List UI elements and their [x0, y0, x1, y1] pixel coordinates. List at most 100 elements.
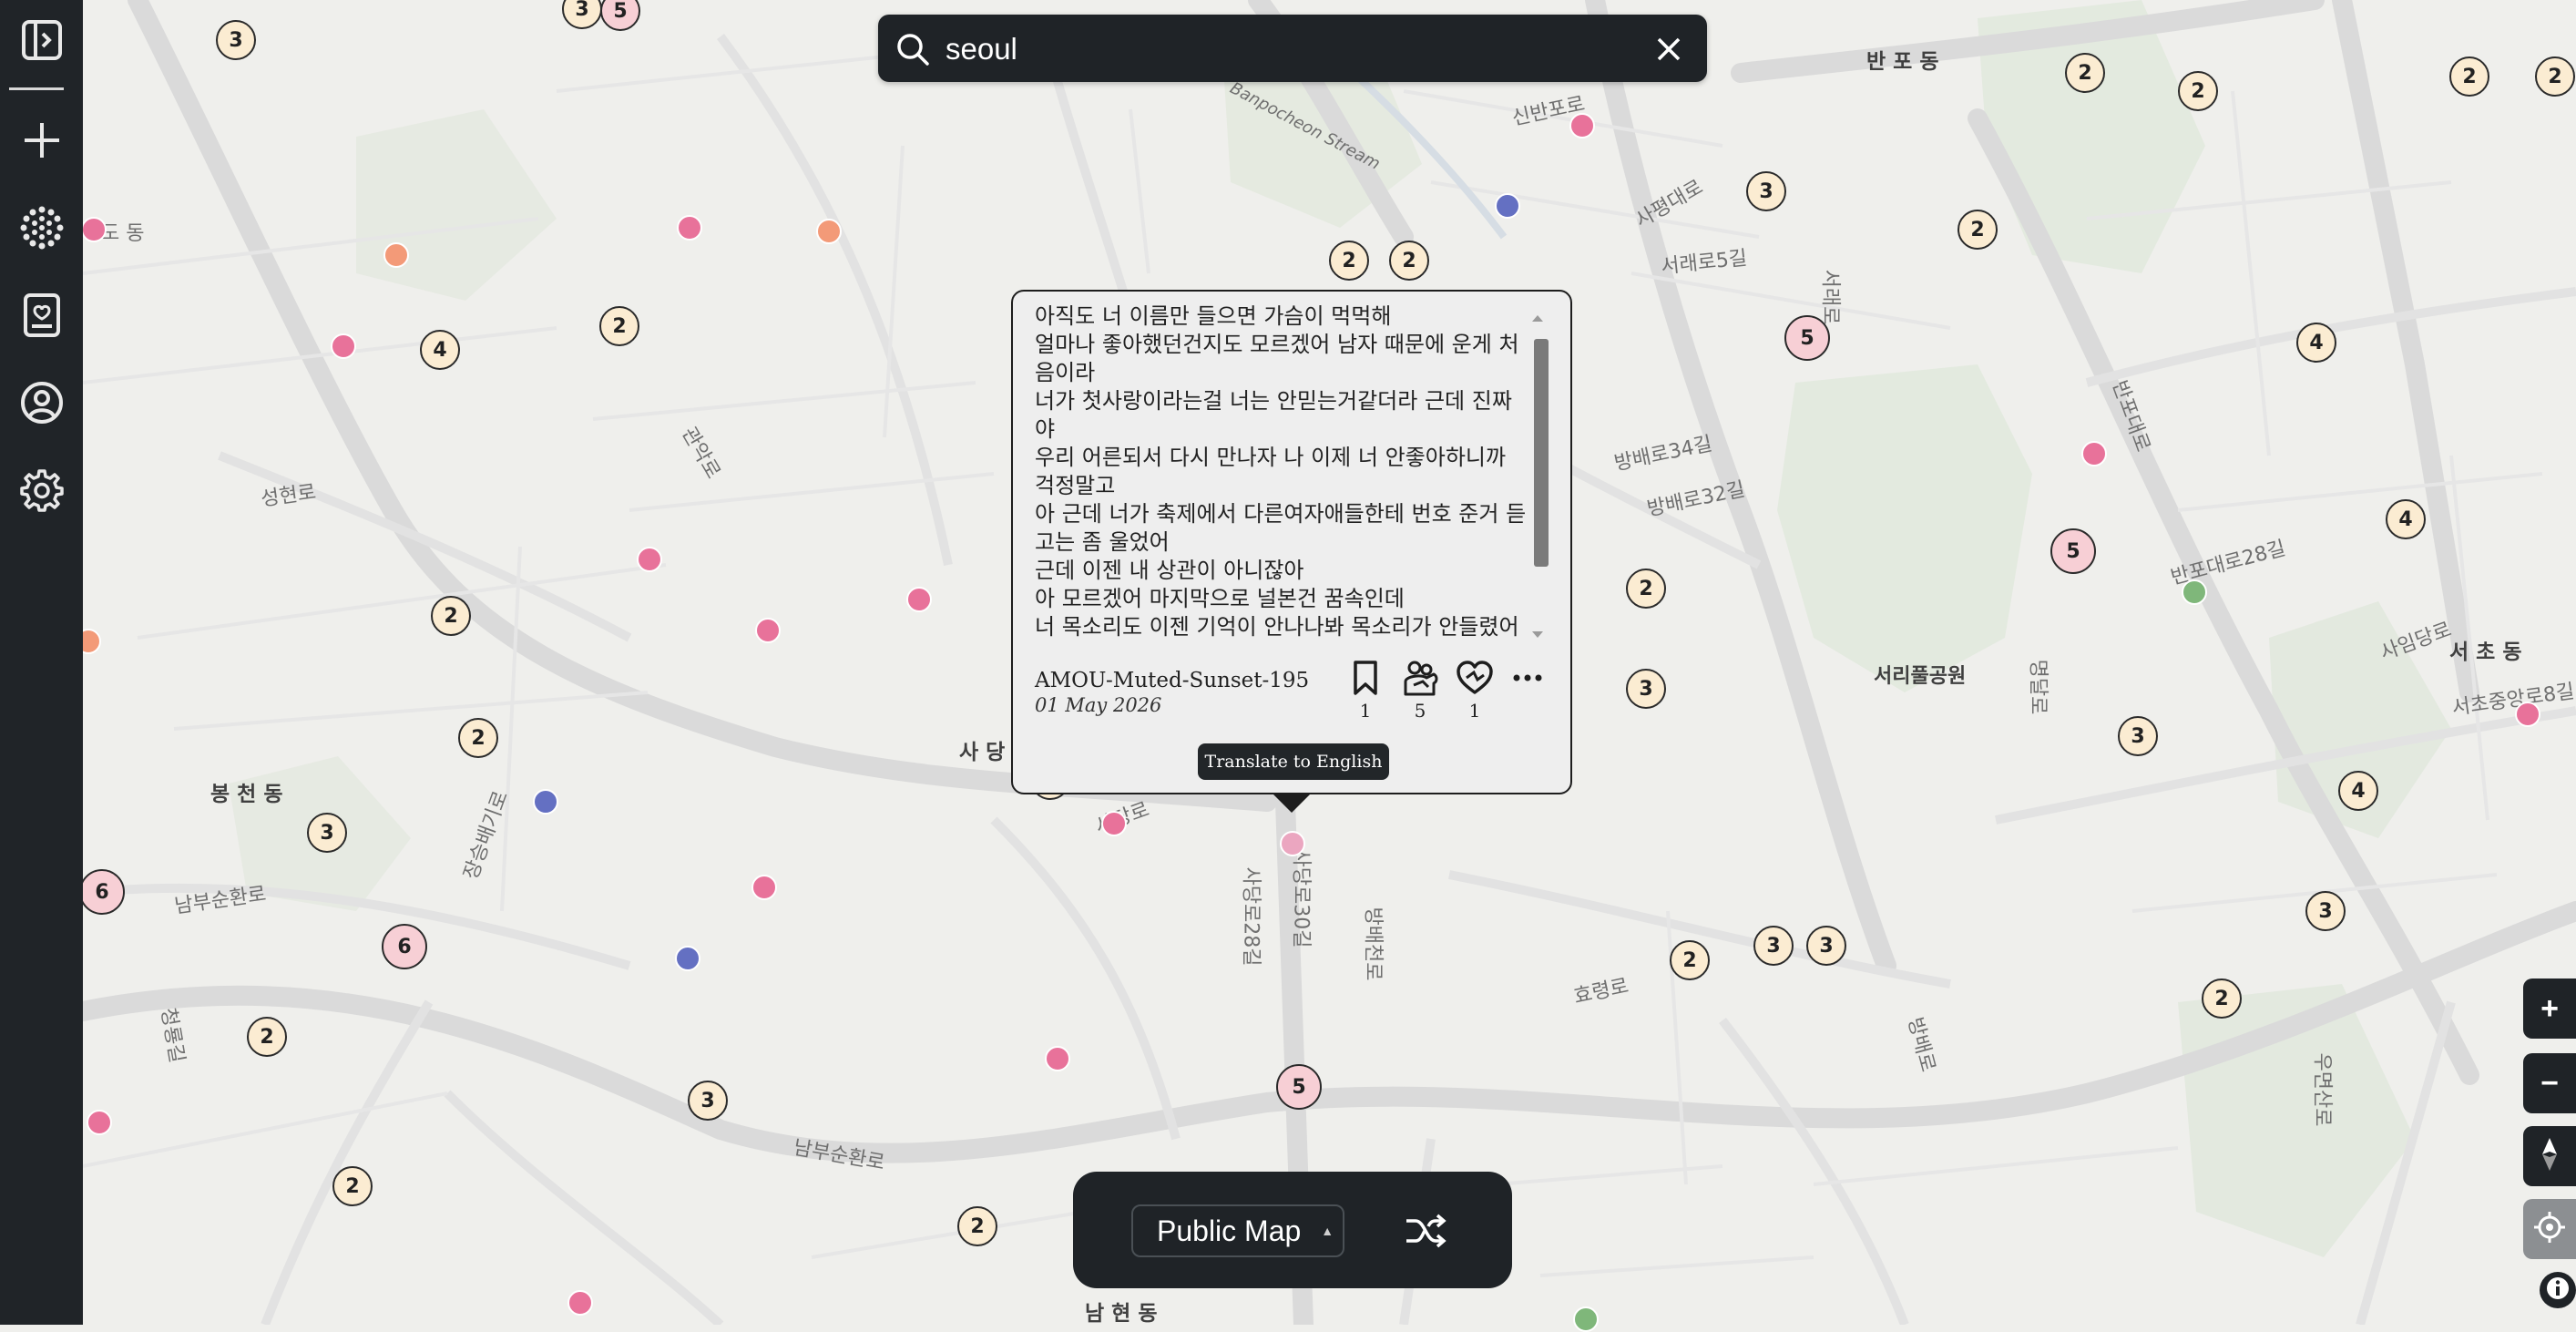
- hug-button[interactable]: 5: [1397, 660, 1443, 723]
- post-pin[interactable]: [1045, 1046, 1070, 1071]
- post-cluster[interactable]: 2: [2178, 71, 2218, 111]
- post-pin[interactable]: [533, 789, 558, 815]
- post-cluster[interactable]: 3: [1753, 926, 1794, 966]
- map-type-select[interactable]: Public Map ▲: [1131, 1204, 1344, 1257]
- translate-button[interactable]: Translate to English: [1198, 743, 1389, 780]
- post-cluster[interactable]: 2: [2202, 979, 2242, 1019]
- compass-button[interactable]: [2523, 1126, 2576, 1186]
- more-dots-icon: [1511, 674, 1544, 700]
- post-pin[interactable]: [383, 242, 409, 268]
- post-cluster[interactable]: 4: [2296, 323, 2336, 363]
- journal-icon: [21, 292, 63, 343]
- post-cluster[interactable]: 6: [79, 869, 125, 915]
- map-label: 서래로: [1818, 269, 1842, 325]
- post-pin[interactable]: [567, 1290, 593, 1316]
- map-label: 우면산로: [2310, 1052, 2334, 1127]
- post-cluster[interactable]: 2: [1958, 210, 1998, 250]
- post-cluster[interactable]: 2: [2065, 53, 2105, 93]
- post-cluster[interactable]: 3: [1746, 171, 1786, 211]
- post-cluster[interactable]: 2: [247, 1017, 287, 1057]
- post-pin[interactable]: [637, 547, 662, 572]
- new-post-button[interactable]: [0, 106, 83, 179]
- post-cluster[interactable]: 3: [307, 813, 347, 853]
- post-pin[interactable]: [906, 587, 932, 612]
- post-cluster[interactable]: 3: [2305, 891, 2346, 931]
- map-label: 사당로28길: [1239, 866, 1262, 967]
- zoom-out-button[interactable]: −: [2523, 1053, 2576, 1113]
- post-cluster[interactable]: 2: [431, 596, 471, 636]
- post-cluster[interactable]: 2: [332, 1166, 373, 1206]
- post-body-text[interactable]: 아직도 너 이름만 들으면 가슴이 먹먹해 얼마나 좋아했던건지도 모르겠어 남…: [1035, 302, 1527, 649]
- search-bar: [878, 15, 1707, 82]
- locate-me-button[interactable]: [2523, 1199, 2576, 1259]
- post-pin[interactable]: [677, 215, 702, 241]
- profile-button[interactable]: [0, 368, 83, 441]
- map-label: 서 초 동: [2449, 640, 2522, 664]
- popup-scrollbar[interactable]: [1534, 339, 1549, 567]
- post-pin[interactable]: [87, 1110, 112, 1135]
- heart-count: 1: [1468, 700, 1481, 722]
- post-pin[interactable]: [755, 618, 781, 643]
- post-pin[interactable]: [1280, 831, 1305, 856]
- post-cluster[interactable]: 2: [2449, 56, 2489, 97]
- post-cluster[interactable]: 5: [2050, 528, 2096, 574]
- post-pin[interactable]: [1495, 193, 1520, 219]
- post-cluster[interactable]: 5: [1784, 315, 1830, 361]
- map-type-label: Public Map: [1157, 1214, 1302, 1247]
- explore-button[interactable]: [0, 193, 83, 266]
- post-cluster[interactable]: 2: [2535, 56, 2575, 97]
- scroll-up-arrow-icon[interactable]: [1530, 312, 1545, 328]
- post-pin[interactable]: [675, 946, 700, 971]
- toggle-sidebar-button[interactable]: [0, 5, 83, 78]
- bookmark-icon: [1350, 661, 1381, 700]
- gear-icon: [19, 467, 65, 517]
- close-icon: [1654, 37, 1683, 67]
- search-input[interactable]: [944, 24, 1621, 75]
- user-circle-icon: [19, 380, 65, 430]
- post-cluster[interactable]: 6: [382, 924, 427, 969]
- zoom-in-button[interactable]: +: [2523, 979, 2576, 1039]
- post-cluster[interactable]: 3: [1806, 926, 1846, 966]
- settings-button[interactable]: [0, 456, 83, 528]
- post-cluster[interactable]: 4: [420, 330, 460, 370]
- caret-up-icon: ▲: [1321, 1224, 1334, 1238]
- post-pin[interactable]: [81, 217, 107, 242]
- post-cluster[interactable]: 4: [2338, 771, 2378, 811]
- attribution-info-button[interactable]: [2540, 1272, 2576, 1308]
- post-pin[interactable]: [2081, 441, 2107, 466]
- post-cluster[interactable]: 2: [1626, 569, 1666, 609]
- more-options-button[interactable]: [1505, 660, 1550, 723]
- heart-button[interactable]: 1: [1452, 660, 1498, 723]
- post-cluster[interactable]: 3: [688, 1081, 728, 1121]
- post-pin[interactable]: [2515, 702, 2540, 727]
- map-label: 봉 천 동: [210, 783, 283, 806]
- post-cluster[interactable]: 3: [216, 20, 256, 60]
- bookmark-count: 1: [1359, 700, 1372, 722]
- post-pin[interactable]: [816, 219, 842, 244]
- post-cluster[interactable]: 2: [1670, 940, 1710, 980]
- post-cluster[interactable]: 2: [1329, 241, 1369, 281]
- post-cluster[interactable]: 2: [458, 718, 498, 758]
- post-cluster[interactable]: 5: [1276, 1064, 1322, 1110]
- post-pin[interactable]: [751, 875, 777, 900]
- post-cluster[interactable]: 2: [599, 306, 639, 346]
- bookmark-button[interactable]: 1: [1343, 660, 1388, 723]
- journal-button[interactable]: [0, 281, 83, 353]
- post-cluster[interactable]: 2: [1389, 241, 1429, 281]
- post-cluster[interactable]: 2: [957, 1206, 997, 1246]
- post-pin[interactable]: [1573, 1306, 1599, 1332]
- zoom-in-label: +: [2540, 990, 2559, 1026]
- post-pin[interactable]: [331, 333, 356, 359]
- scroll-down-arrow-icon[interactable]: [1530, 629, 1545, 645]
- clear-search-button[interactable]: [1654, 35, 1683, 64]
- post-pin[interactable]: [1101, 811, 1127, 836]
- shuffle-button[interactable]: [1401, 1206, 1450, 1255]
- post-cluster[interactable]: 3: [1626, 669, 1666, 709]
- post-cluster[interactable]: 3: [2118, 716, 2158, 756]
- sidebar-divider: [9, 87, 64, 90]
- post-pin[interactable]: [2182, 579, 2207, 605]
- bottom-map-bar: Public Map ▲: [1073, 1172, 1512, 1288]
- map-label: 사당로30길: [1289, 848, 1313, 948]
- post-cluster[interactable]: 4: [2386, 499, 2426, 539]
- post-pin[interactable]: [1569, 113, 1595, 138]
